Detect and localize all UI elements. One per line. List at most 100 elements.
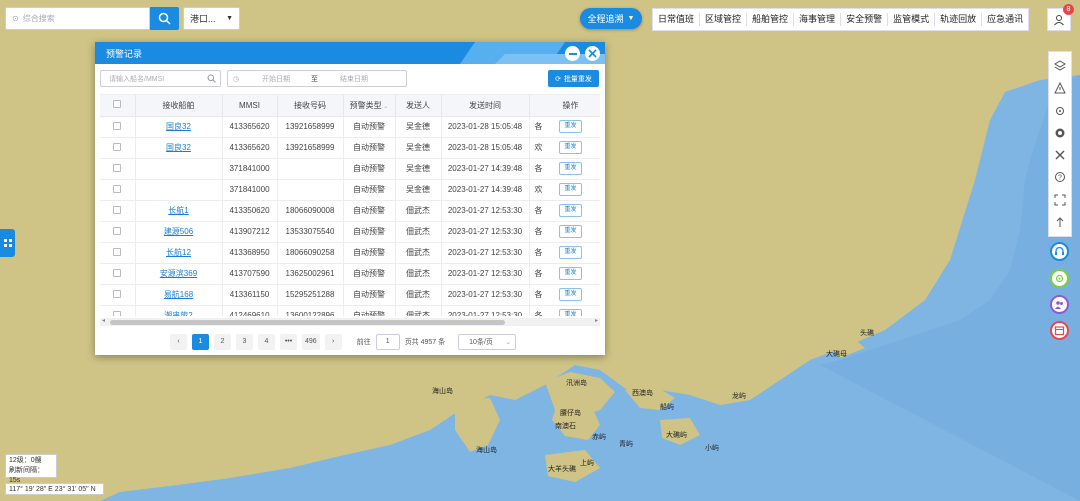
date-range-input[interactable]: ◷ 开始日期 至 结束日期 — [227, 70, 407, 87]
notification-badge: 8 — [1063, 4, 1074, 15]
row-checkbox[interactable] — [113, 247, 122, 256]
fullscreen-icon[interactable] — [1053, 193, 1067, 207]
row-checkbox[interactable] — [113, 289, 122, 298]
resend-button[interactable]: 重发 — [559, 267, 582, 280]
page-button[interactable]: 496 — [302, 333, 320, 350]
select-all-checkbox[interactable] — [113, 100, 122, 109]
close-button[interactable] — [585, 46, 600, 61]
nav-item-safety-warning[interactable]: 安全预警 — [841, 13, 889, 26]
minimize-icon — [568, 52, 577, 55]
resend-button[interactable]: 重发 — [559, 309, 582, 316]
pagination: ‹ 1 2 3 4 ••• 496 › 前往 1 页共 4957 条 10条/页… — [170, 333, 517, 350]
record-icon[interactable] — [1053, 126, 1067, 140]
batch-resend-button[interactable]: ⟳ 批量重发 — [548, 70, 599, 87]
map-label: 小屿 — [705, 445, 719, 452]
page-button[interactable]: 2 — [214, 333, 231, 350]
radar-button[interactable] — [1050, 269, 1069, 288]
resend-button[interactable]: 重发 — [559, 120, 582, 133]
trace-button[interactable]: 全程追溯 ▼ — [580, 8, 642, 29]
calendar-button[interactable] — [1050, 321, 1069, 340]
warning-records-dialog: 预警记录 请输入船名/MMSI ◷ 开始日期 至 结束日期 ⟳ 批量重发 接收船… — [95, 42, 605, 355]
help-icon[interactable]: ? — [1053, 170, 1067, 184]
nav-item-area-control[interactable]: 区域管控 — [700, 13, 748, 26]
scrollbar-thumb[interactable] — [110, 320, 505, 325]
cell-ship[interactable]: 国良32 — [135, 116, 223, 138]
resend-button[interactable]: 重发 — [559, 225, 582, 238]
search-input[interactable]: ⊙ 综合搜索 — [5, 7, 150, 30]
table-row: 易航168 413361150 15295251288 自动预警 佃武杰 2023-01-… — [100, 284, 600, 306]
user-icon — [1054, 14, 1064, 25]
cell-ship[interactable]: 易航168 — [135, 284, 223, 306]
nav-item-maritime[interactable]: 海事管理 — [794, 13, 842, 26]
row-checkbox[interactable] — [113, 163, 122, 172]
locate-icon[interactable] — [1053, 104, 1067, 118]
ship-name-input[interactable]: 请输入船名/MMSI — [100, 70, 221, 87]
tools-icon[interactable] — [1053, 148, 1067, 162]
scroll-left-icon[interactable]: ◂ — [102, 317, 105, 324]
page-button[interactable]: 1 — [192, 333, 209, 350]
map-label: 大羊头礁 — [548, 466, 576, 473]
goto-page-input[interactable]: 1 — [375, 333, 400, 350]
more-pages-button[interactable]: ••• — [280, 333, 297, 350]
row-checkbox[interactable] — [113, 184, 122, 193]
cell-ship[interactable]: 长航12 — [135, 242, 223, 264]
resend-button[interactable]: 重发 — [559, 288, 582, 301]
table-horizontal-scrollbar[interactable]: ◂ ▸ — [100, 318, 600, 326]
cell-type: 自动预警 — [343, 200, 396, 222]
cell-ship[interactable]: 潮串旅2 — [135, 305, 223, 316]
svg-text:?: ? — [1058, 175, 1062, 182]
cell-type: 自动预警 — [343, 137, 396, 159]
left-panel-toggle[interactable] — [0, 229, 15, 257]
cell-ship[interactable]: 安源滨369 — [135, 263, 223, 285]
row-checkbox[interactable] — [113, 226, 122, 235]
nav-item-duty[interactable]: 日常值班 — [653, 13, 701, 26]
next-page-button[interactable]: › — [324, 333, 342, 350]
nav-item-emergency[interactable]: 应急通讯 — [982, 13, 1028, 26]
cell-ship[interactable]: 建源506 — [135, 221, 223, 243]
row-actions-cell: 重发 — [541, 116, 600, 138]
row-checkbox[interactable] — [113, 142, 122, 151]
page-size-select[interactable]: 10条/页 ⌄ — [458, 333, 517, 350]
port-select[interactable]: 港口... ▼ — [183, 7, 240, 30]
headset-button[interactable] — [1050, 242, 1069, 261]
cell-sender: 吴金德 — [395, 116, 442, 138]
cell-ship[interactable]: 长航1 — [135, 200, 223, 222]
prev-page-button[interactable]: ‹ — [170, 333, 187, 350]
cell-type: 自动预警 — [343, 242, 396, 264]
cell-sender: 吴金德 — [395, 179, 442, 201]
table-row: 371841000自动预警吴金德2023-01-27 14:39:48欢迎来重发 — [100, 179, 600, 201]
column-header-sortable[interactable]: 预警类型 ⌄ — [343, 95, 396, 117]
warning-icon[interactable] — [1053, 81, 1067, 95]
clock-icon: ◷ — [233, 75, 240, 83]
page-button[interactable]: 3 — [236, 333, 253, 350]
table-row: 建源506 413907212 13533075540 自动预警 佃武杰 2023-01-… — [100, 221, 600, 243]
user-button[interactable]: 8 — [1047, 4, 1074, 31]
users-button[interactable] — [1050, 295, 1069, 314]
resend-button[interactable]: 重发 — [559, 246, 582, 259]
map-label: 青屿 — [619, 441, 633, 448]
row-actions-cell: 重发 — [541, 158, 600, 180]
minimize-button[interactable] — [565, 46, 580, 61]
north-arrow-icon[interactable] — [1053, 215, 1067, 229]
cell-phone: 13625002961 — [277, 263, 344, 285]
resend-button[interactable]: 重发 — [559, 141, 582, 154]
scroll-right-icon[interactable]: ▸ — [595, 317, 598, 324]
resend-button[interactable]: 重发 — [559, 183, 582, 196]
row-checkbox[interactable] — [113, 121, 122, 130]
cell-mmsi: 371841000 — [222, 179, 278, 201]
row-checkbox[interactable] — [113, 310, 122, 316]
caret-down-icon: ▼ — [627, 15, 635, 22]
header-decoration — [460, 42, 605, 64]
layers-icon[interactable] — [1053, 59, 1067, 73]
row-checkbox[interactable] — [113, 205, 122, 214]
row-checkbox[interactable] — [113, 268, 122, 277]
resend-button[interactable]: 重发 — [559, 162, 582, 175]
row-actions-cell: 重发 — [541, 221, 600, 243]
resend-button[interactable]: 重发 — [559, 204, 582, 217]
nav-item-supervision[interactable]: 监管模式 — [888, 13, 936, 26]
cell-ship[interactable]: 国良32 — [135, 137, 223, 159]
page-button[interactable]: 4 — [258, 333, 275, 350]
nav-item-ship-control[interactable]: 船舶管控 — [747, 13, 795, 26]
nav-item-track-replay[interactable]: 轨迹回放 — [935, 13, 983, 26]
search-button[interactable] — [150, 7, 179, 30]
